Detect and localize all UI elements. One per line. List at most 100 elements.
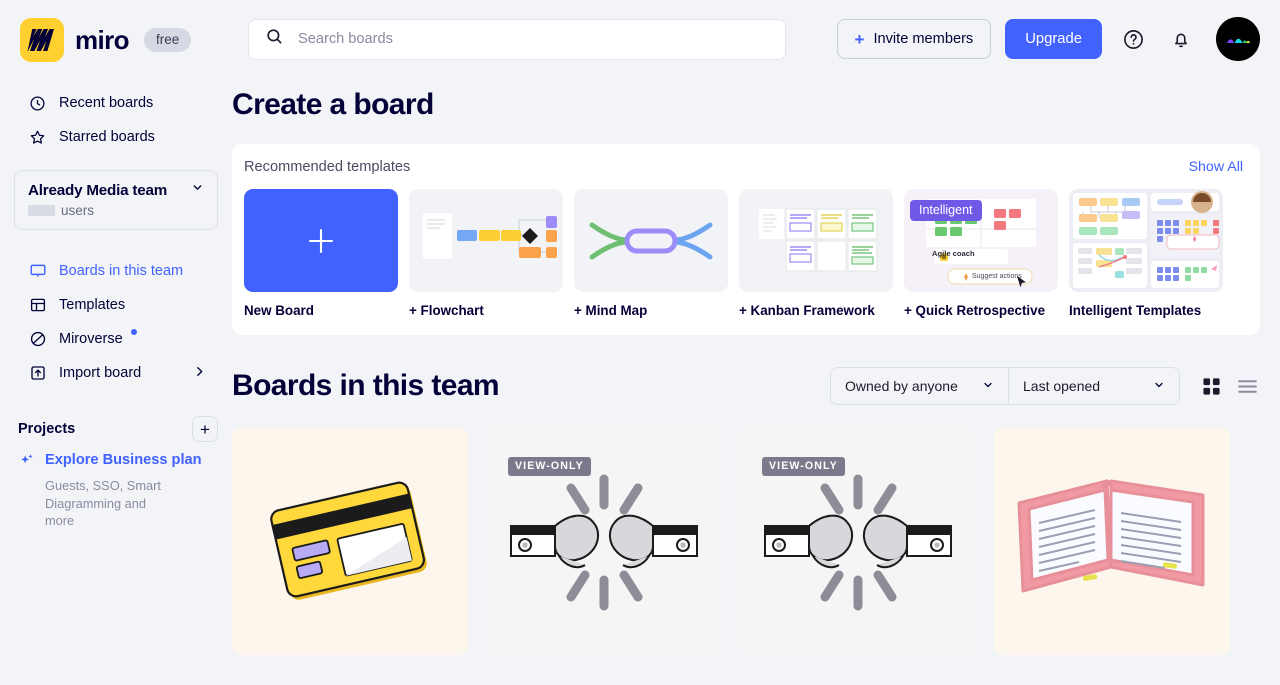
template-card-new-board[interactable]: New Board <box>244 189 398 318</box>
sidebar-item-starred-boards[interactable]: Starred boards <box>10 120 222 154</box>
clock-icon <box>28 94 47 113</box>
sidebar-item-label: Import board <box>59 365 142 381</box>
add-project-button[interactable]: + <box>192 416 218 442</box>
sparkle-icon <box>18 452 36 474</box>
board-card[interactable]: VIEW-ONLY <box>486 427 722 655</box>
main-content: Search boards + Invite members Upgrade C… <box>232 0 1280 685</box>
owner-filter-select[interactable]: Owned by anyone <box>830 367 1008 405</box>
chevron-down-icon <box>982 378 994 394</box>
team-user-count: users <box>28 203 204 218</box>
template-label: + Quick Retrospective <box>904 303 1046 318</box>
team-name: Already Media team <box>28 181 168 199</box>
sidebar-nav-secondary: Boards in this team Templates Miroverse <box>0 254 232 390</box>
sidebar-item-import-board[interactable]: Import board <box>10 356 222 390</box>
show-all-link[interactable]: Show All <box>1189 159 1243 175</box>
new-board-thumbnail <box>244 189 398 292</box>
template-label: + Mind Map <box>574 303 648 318</box>
intelligent-templates-thumbnail <box>1069 189 1223 292</box>
template-label: + Kanban Framework <box>739 303 875 318</box>
import-icon <box>28 364 47 383</box>
search-placeholder: Search boards <box>298 31 393 47</box>
board-card[interactable]: VIEW-ONLY <box>740 427 976 655</box>
explore-business-plan[interactable]: Explore Business plan Guests, SSO, Smart… <box>18 452 218 530</box>
chevron-down-icon <box>191 181 204 199</box>
plus-icon <box>308 228 334 253</box>
sort-filter-value: Last opened <box>1023 378 1101 394</box>
sidebar-item-label: Boards in this team <box>59 263 184 279</box>
fist-bump-illustration <box>486 427 722 655</box>
sidebar-item-recent-boards[interactable]: Recent boards <box>10 86 222 120</box>
sidebar: miro free Recent boards Starred boards A… <box>0 0 232 685</box>
agile-coach-label: Agile coach <box>932 249 975 258</box>
page-title: Create a board <box>232 88 434 121</box>
board-filters: Owned by anyone Last opened <box>830 367 1180 405</box>
brand-name: miro <box>75 24 130 55</box>
list-view-icon[interactable] <box>1234 373 1260 399</box>
user-avatar[interactable] <box>1216 17 1260 61</box>
mindmap-thumbnail <box>574 189 728 292</box>
cursor-icon <box>1017 276 1026 288</box>
template-card-quick-retrospective[interactable]: Agile coach Suggest actions Intelligent … <box>904 189 1058 318</box>
credit-card-illustration <box>232 427 468 655</box>
sidebar-item-label: Templates <box>59 297 126 313</box>
upgrade-button[interactable]: Upgrade <box>1005 19 1102 59</box>
team-selector[interactable]: Already Media team users <box>14 170 218 230</box>
sidebar-item-label: Starred boards <box>59 129 155 145</box>
template-card-flowchart[interactable]: + Flowchart <box>409 189 563 318</box>
view-toggle <box>1198 373 1260 399</box>
logo-row[interactable]: miro free <box>0 0 232 62</box>
recommended-templates-panel: Recommended templates Show All New Board <box>232 144 1260 335</box>
chevron-down-icon <box>1153 378 1165 394</box>
plan-badge: free <box>143 28 192 52</box>
grid-view-icon[interactable] <box>1198 373 1224 399</box>
topbar: Search boards + Invite members Upgrade <box>232 0 1280 78</box>
template-card-kanban[interactable]: + Kanban Framework <box>739 189 893 318</box>
miroverse-icon <box>28 330 47 349</box>
open-book-illustration <box>994 427 1230 655</box>
template-card-mind-map[interactable]: + Mind Map <box>574 189 728 318</box>
template-label: New Board <box>244 303 314 318</box>
projects-title: Projects <box>18 421 76 437</box>
search-icon <box>265 27 284 51</box>
recommended-templates-label: Recommended templates <box>244 159 411 175</box>
notification-dot <box>130 329 137 335</box>
projects-header: Projects + <box>18 416 218 442</box>
bell-icon[interactable] <box>1164 22 1198 56</box>
board-card[interactable] <box>994 427 1230 655</box>
intelligent-badge: Intelligent <box>910 200 982 221</box>
sidebar-item-miroverse[interactable]: Miroverse <box>10 322 222 356</box>
board-card-grid: VIEW-ONLY VIEW-ONLY <box>232 427 1260 655</box>
sidebar-item-boards-in-this-team[interactable]: Boards in this team <box>10 254 222 288</box>
invite-members-button[interactable]: + Invite members <box>836 19 992 59</box>
star-icon <box>28 128 47 147</box>
sidebar-item-templates[interactable]: Templates <box>10 288 222 322</box>
boards-section-title: Boards in this team <box>232 369 500 402</box>
suggest-actions-label: Suggest actions <box>972 273 1022 280</box>
kanban-thumbnail <box>739 189 893 292</box>
sort-filter-select[interactable]: Last opened <box>1008 367 1180 405</box>
fist-bump-illustration <box>740 427 976 655</box>
template-card-intelligent-templates[interactable]: Intelligent Templates <box>1069 189 1223 318</box>
sidebar-item-label: Miroverse <box>59 331 123 347</box>
template-label: Intelligent Templates <box>1069 303 1202 318</box>
boards-section-header: Boards in this team Owned by anyone Last… <box>232 367 1260 405</box>
templates-icon <box>28 296 47 315</box>
miro-logo-icon <box>20 18 64 62</box>
invite-members-label: Invite members <box>873 31 974 47</box>
board-card[interactable] <box>232 427 468 655</box>
help-circle-icon[interactable] <box>1116 22 1150 56</box>
redacted-user-count <box>28 205 55 216</box>
chevron-right-icon <box>193 365 206 382</box>
template-card-row: New Board + Flowchart + Mind Map + Kanba… <box>244 189 1245 318</box>
search-input[interactable]: Search boards <box>248 18 786 60</box>
board-icon <box>28 262 47 281</box>
miro-dashboard: miro free Recent boards Starred boards A… <box>0 0 1280 685</box>
users-label: users <box>61 203 95 218</box>
sidebar-nav-primary: Recent boards Starred boards <box>0 86 232 154</box>
retrospective-thumbnail: Agile coach Suggest actions Intelligent <box>904 189 1058 292</box>
sidebar-item-label: Recent boards <box>59 95 154 111</box>
business-plan-title: Explore Business plan <box>45 452 202 468</box>
content-area: Create a board Recommended templates Sho… <box>232 88 1280 655</box>
template-label: + Flowchart <box>409 303 484 318</box>
business-plan-subtitle: Guests, SSO, Smart Diagramming and more <box>45 478 161 529</box>
